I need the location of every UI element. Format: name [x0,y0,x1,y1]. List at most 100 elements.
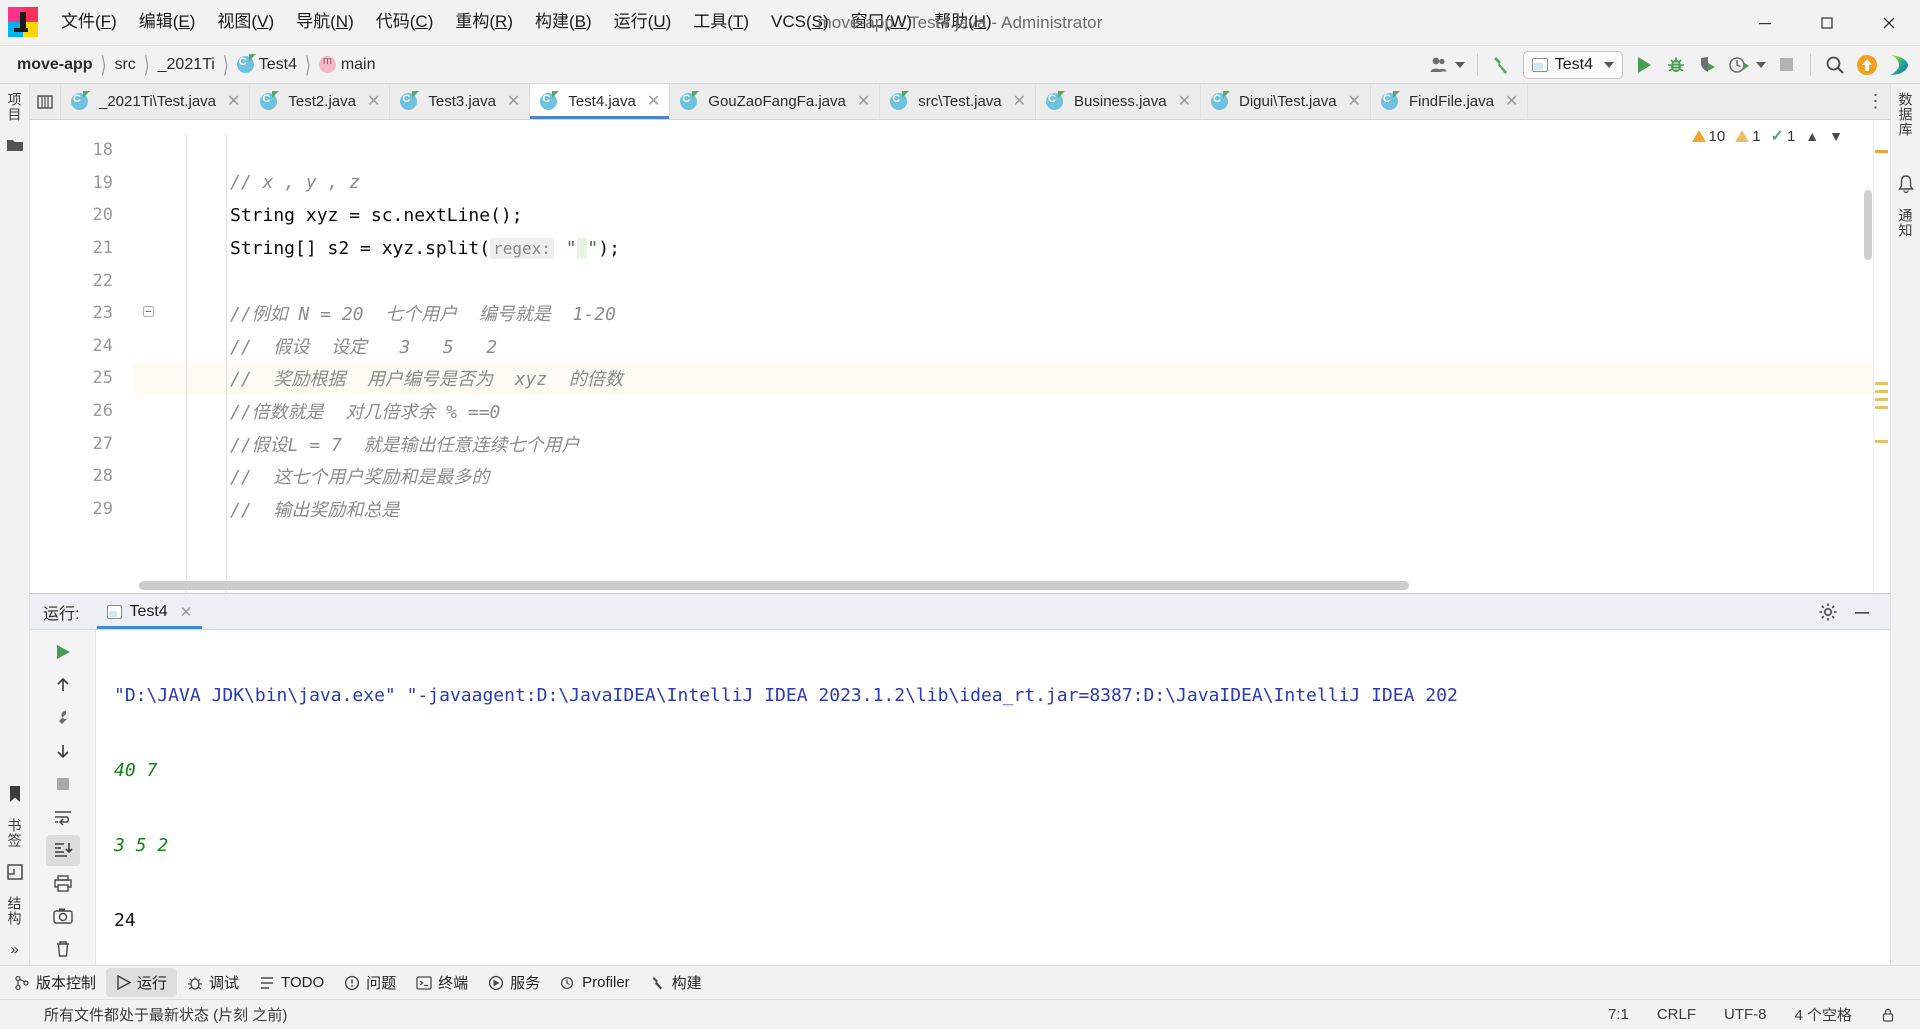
next-problem-button[interactable]: ▼ [1826,128,1846,144]
menu-refactor[interactable]: 重构(R) [444,8,524,36]
menu-tools[interactable]: 工具(T) [682,8,760,36]
folder-icon[interactable] [6,137,24,153]
settings-button[interactable] [1812,597,1844,627]
hide-button[interactable] [1846,597,1878,627]
account-button[interactable] [1426,50,1468,80]
ai-assistant-button[interactable] [1884,50,1914,80]
editor-tab-active[interactable]: Test4.java✕ [530,84,671,119]
editor-horizontal-scrollbar[interactable] [134,581,1890,591]
prev-problem-button[interactable]: ▲ [1802,128,1822,144]
bottom-item-services[interactable]: 服务 [478,968,550,997]
close-icon[interactable]: ✕ [1013,93,1026,110]
bottom-item-run[interactable]: 运行 [106,968,178,997]
run-with-coverage-button[interactable] [1693,50,1723,80]
menu-run[interactable]: 运行(U) [603,8,683,36]
close-icon[interactable]: ✕ [1178,93,1191,110]
breadcrumb-item-project[interactable]: move-app [14,54,96,76]
run-button[interactable] [1629,50,1659,80]
bottom-item-debug[interactable]: 调试 [177,968,249,997]
menu-view[interactable]: 视图(V) [206,8,285,36]
editor-gutter[interactable]: 18 19 20 21 22 23 24 25 26 27 28 29 [30,120,154,593]
search-everywhere-button[interactable] [1820,50,1850,80]
editor-tab[interactable]: _2021Ti\Test.java✕ [61,84,251,119]
update-button[interactable] [1852,50,1882,80]
sidebar-item-bookmarks[interactable]: 书签 [4,810,26,856]
scroll-to-end-button[interactable] [45,834,80,866]
code-editor[interactable]: 10 1 ✓ 1 ▲ ▼ 18 19 20 21 22 23 24 25 26 … [30,120,1890,593]
close-icon[interactable]: ✕ [857,93,870,110]
sidebar-item-structure[interactable]: 结构 [4,888,26,934]
bottom-item-profiler[interactable]: Profiler [550,970,640,995]
sidebar-item-notifications[interactable]: 通知 [1895,200,1917,246]
weak-warning-count-badge[interactable]: 1 [1732,128,1763,145]
caret-position[interactable]: 7:1 [1594,1004,1643,1025]
run-tab-test4[interactable]: Test4 ✕ [97,594,203,629]
console-output[interactable]: "D:\JAVA JDK\bin\java.exe" "-javaagent:D… [96,630,1890,965]
menu-build[interactable]: 构建(B) [524,8,603,36]
breadcrumb-item-package[interactable]: _2021Ti [155,54,218,76]
file-encoding[interactable]: UTF-8 [1710,1004,1781,1025]
menu-edit[interactable]: 编辑(E) [128,8,207,36]
menu-navigate[interactable]: 导航(N) [285,8,365,36]
scroll-down-button[interactable] [46,735,80,766]
structure-icon[interactable] [6,863,24,881]
editor-tab[interactable]: Digui\Test.java✕ [1201,84,1371,119]
close-icon[interactable]: ✕ [367,93,380,110]
rerun-button[interactable] [46,636,80,667]
maximize-button[interactable] [1796,0,1858,46]
screenshot-button[interactable] [46,901,80,932]
close-icon[interactable]: ✕ [1505,93,1518,110]
debug-button[interactable] [1661,50,1691,80]
bottom-item-problems[interactable]: 问题 [334,968,406,997]
scrollbar-thumb[interactable] [139,581,1409,590]
stop-process-button[interactable] [46,768,80,799]
stop-button[interactable] [1771,50,1801,80]
breadcrumb-item-class[interactable]: Test4 [234,54,300,76]
clear-all-button[interactable] [46,934,80,965]
editor-tab[interactable]: FindFile.java✕ [1371,84,1529,119]
menu-code[interactable]: 代码(C) [365,8,445,36]
profiler-button[interactable] [1725,50,1769,80]
close-icon[interactable]: ✕ [227,93,240,110]
print-button[interactable] [46,868,80,899]
editor-tab[interactable]: Business.java✕ [1036,84,1201,119]
tabs-overflow-button[interactable]: ⋮ [1862,84,1890,119]
close-icon[interactable]: ✕ [647,93,660,110]
breadcrumb-item-src[interactable]: src [111,54,138,76]
minimize-button[interactable] [1734,0,1796,46]
editor-vertical-scrollbar[interactable] [1864,190,1872,260]
close-icon[interactable]: ✕ [180,603,193,621]
soft-wrap-button[interactable] [46,801,80,832]
line-separator[interactable]: CRLF [1643,1004,1710,1025]
editor-tab[interactable]: src\Test.java✕ [880,84,1037,119]
scroll-up-button[interactable] [46,669,80,700]
bottom-item-build[interactable]: 构建 [640,968,712,997]
editor-tab[interactable]: Test3.java✕ [390,84,531,119]
settings-wrench-button[interactable] [46,702,80,733]
bottom-item-todo[interactable]: TODO [249,970,334,995]
build-project-button[interactable] [1487,50,1517,80]
breadcrumb-item-method[interactable]: main [316,54,379,76]
check-count-badge[interactable]: ✓ 1 [1768,126,1799,146]
close-icon[interactable]: ✕ [507,93,520,110]
menu-vcs[interactable]: VCS(S) [760,8,840,36]
warning-count-badge[interactable]: 10 [1689,128,1729,145]
code-content[interactable]: // x , y , z String xyz = sc.nextLine();… [134,120,1890,593]
close-icon[interactable]: ✕ [1348,93,1361,110]
sidebar-item-project[interactable]: 项目 [4,84,26,130]
notifications-icon[interactable] [1897,175,1914,193]
lock-icon[interactable] [1866,1005,1910,1025]
tab-list-icon[interactable] [30,84,61,119]
indent-setting[interactable]: 4 个空格 [1780,1002,1866,1027]
expand-strip-icon[interactable]: » [10,941,18,958]
menu-help[interactable]: 帮助(H) [923,8,1003,36]
sidebar-item-database[interactable]: 数据库 [1895,84,1917,145]
bottom-item-terminal[interactable]: 终端 [406,968,478,997]
run-configuration-selector[interactable]: Test4 [1522,50,1623,79]
bookmark-icon[interactable] [7,785,23,803]
menu-window[interactable]: 窗口(W) [840,8,923,36]
error-stripe-markers[interactable] [1873,120,1890,593]
editor-tab[interactable]: GouZaoFangFa.java✕ [670,84,881,119]
editor-tab[interactable]: Test2.java✕ [250,84,391,119]
bottom-item-version-control[interactable]: 版本控制 [4,968,106,997]
